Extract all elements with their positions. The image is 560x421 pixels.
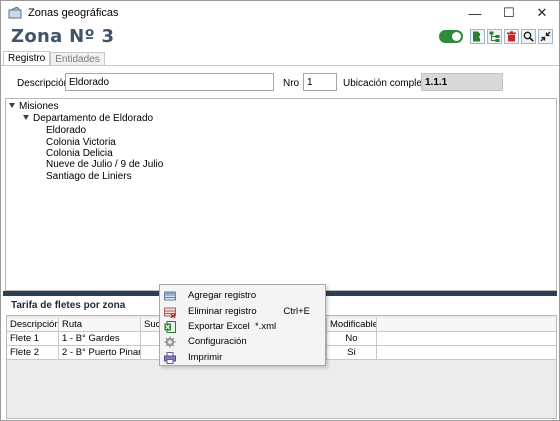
expand-triangle-icon[interactable] (9, 103, 15, 108)
minimize-button[interactable]: — (458, 1, 492, 25)
toolbar (439, 29, 553, 44)
app-icon (8, 6, 22, 19)
minimize-icon: — (468, 5, 482, 21)
tab-registro[interactable]: Registro (3, 51, 51, 66)
tree-leaf[interactable]: Colonia Victoria (46, 137, 116, 148)
add-document-icon (473, 31, 483, 42)
excel-icon (164, 320, 176, 333)
cell-filler (377, 332, 556, 346)
column-header-modificable[interactable]: Modificable (327, 318, 377, 332)
cell-filler (377, 346, 556, 360)
ubicacion-label: Ubicación completo (343, 78, 431, 89)
menu-item-imprimir[interactable]: Imprimir (160, 350, 325, 365)
new-document-button[interactable] (470, 29, 485, 44)
close-icon: ✕ (536, 5, 548, 20)
tab-divider (1, 65, 559, 66)
page-title: Zona Nº 3 (11, 26, 115, 47)
delete-record-icon (164, 306, 176, 318)
delete-icon (507, 31, 516, 42)
section-title: Tarifa de fletes por zona (11, 300, 126, 311)
search-icon (523, 31, 534, 42)
cell-modificable[interactable]: Si (327, 346, 377, 360)
window: Zonas geográficas — ☐ ✕ Zona Nº 3 Regist… (0, 0, 560, 421)
expand-triangle-icon[interactable] (23, 115, 29, 120)
maximize-icon: ☐ (503, 5, 515, 20)
gear-icon (164, 336, 176, 348)
tree-node-root[interactable]: Misiones (9, 101, 58, 112)
add-record-icon (164, 290, 176, 302)
context-menu: Agregar registro Eliminar registro Ctrl+… (159, 284, 326, 366)
tree-leaf[interactable]: Colonia Delicia (46, 148, 113, 159)
column-header-ruta[interactable]: Ruta (59, 318, 141, 332)
column-header-descripcion[interactable]: Descripción (7, 318, 59, 332)
print-icon (164, 351, 176, 364)
descripcion-input[interactable] (65, 73, 274, 91)
cell-modificable[interactable]: No (327, 332, 377, 346)
menu-item-exportar[interactable]: Exportar Excel *.xml (160, 319, 325, 334)
tree-leaf[interactable]: Santiago de Liniers (46, 171, 132, 182)
descripcion-label: Descripción (17, 78, 70, 89)
hierarchy-icon (489, 31, 500, 42)
delete-button[interactable] (504, 29, 519, 44)
hierarchy-button[interactable] (487, 29, 502, 44)
close-button[interactable]: ✕ (525, 1, 559, 25)
tab-entidades[interactable]: Entidades (50, 52, 105, 66)
cell-descripcion[interactable]: Flete 1 (7, 332, 59, 346)
collapse-button[interactable] (538, 29, 553, 44)
cell-ruta[interactable]: 2 - B° Puerto Pinares (59, 346, 141, 360)
tree-leaf[interactable]: Eldorado (46, 125, 86, 136)
column-header-filler (377, 318, 556, 332)
search-button[interactable] (521, 29, 536, 44)
tab-strip: Registro Entidades (3, 51, 105, 66)
shortcut-text: Ctrl+E (283, 306, 310, 317)
ubicacion-field (421, 73, 503, 91)
menu-item-configuracion[interactable]: Configuración (160, 334, 325, 349)
menu-item-eliminar[interactable]: Eliminar registro Ctrl+E (160, 304, 325, 319)
nro-input[interactable] (303, 73, 337, 91)
window-title: Zonas geográficas (28, 7, 119, 19)
zone-tree[interactable]: Misiones Departamento de Eldorado Eldora… (5, 98, 557, 291)
tree-node-departamento[interactable]: Departamento de Eldorado (23, 113, 153, 124)
cell-descripcion[interactable]: Flete 2 (7, 346, 59, 360)
active-toggle[interactable] (439, 30, 463, 43)
nro-label: Nro (283, 78, 300, 89)
collapse-icon (540, 31, 551, 42)
cell-ruta[interactable]: 1 - B° Gardes (59, 332, 141, 346)
maximize-button[interactable]: ☐ (492, 1, 526, 25)
tree-leaf[interactable]: Nueve de Julio / 9 de Julio (46, 159, 163, 170)
menu-item-agregar[interactable]: Agregar registro (160, 288, 325, 303)
